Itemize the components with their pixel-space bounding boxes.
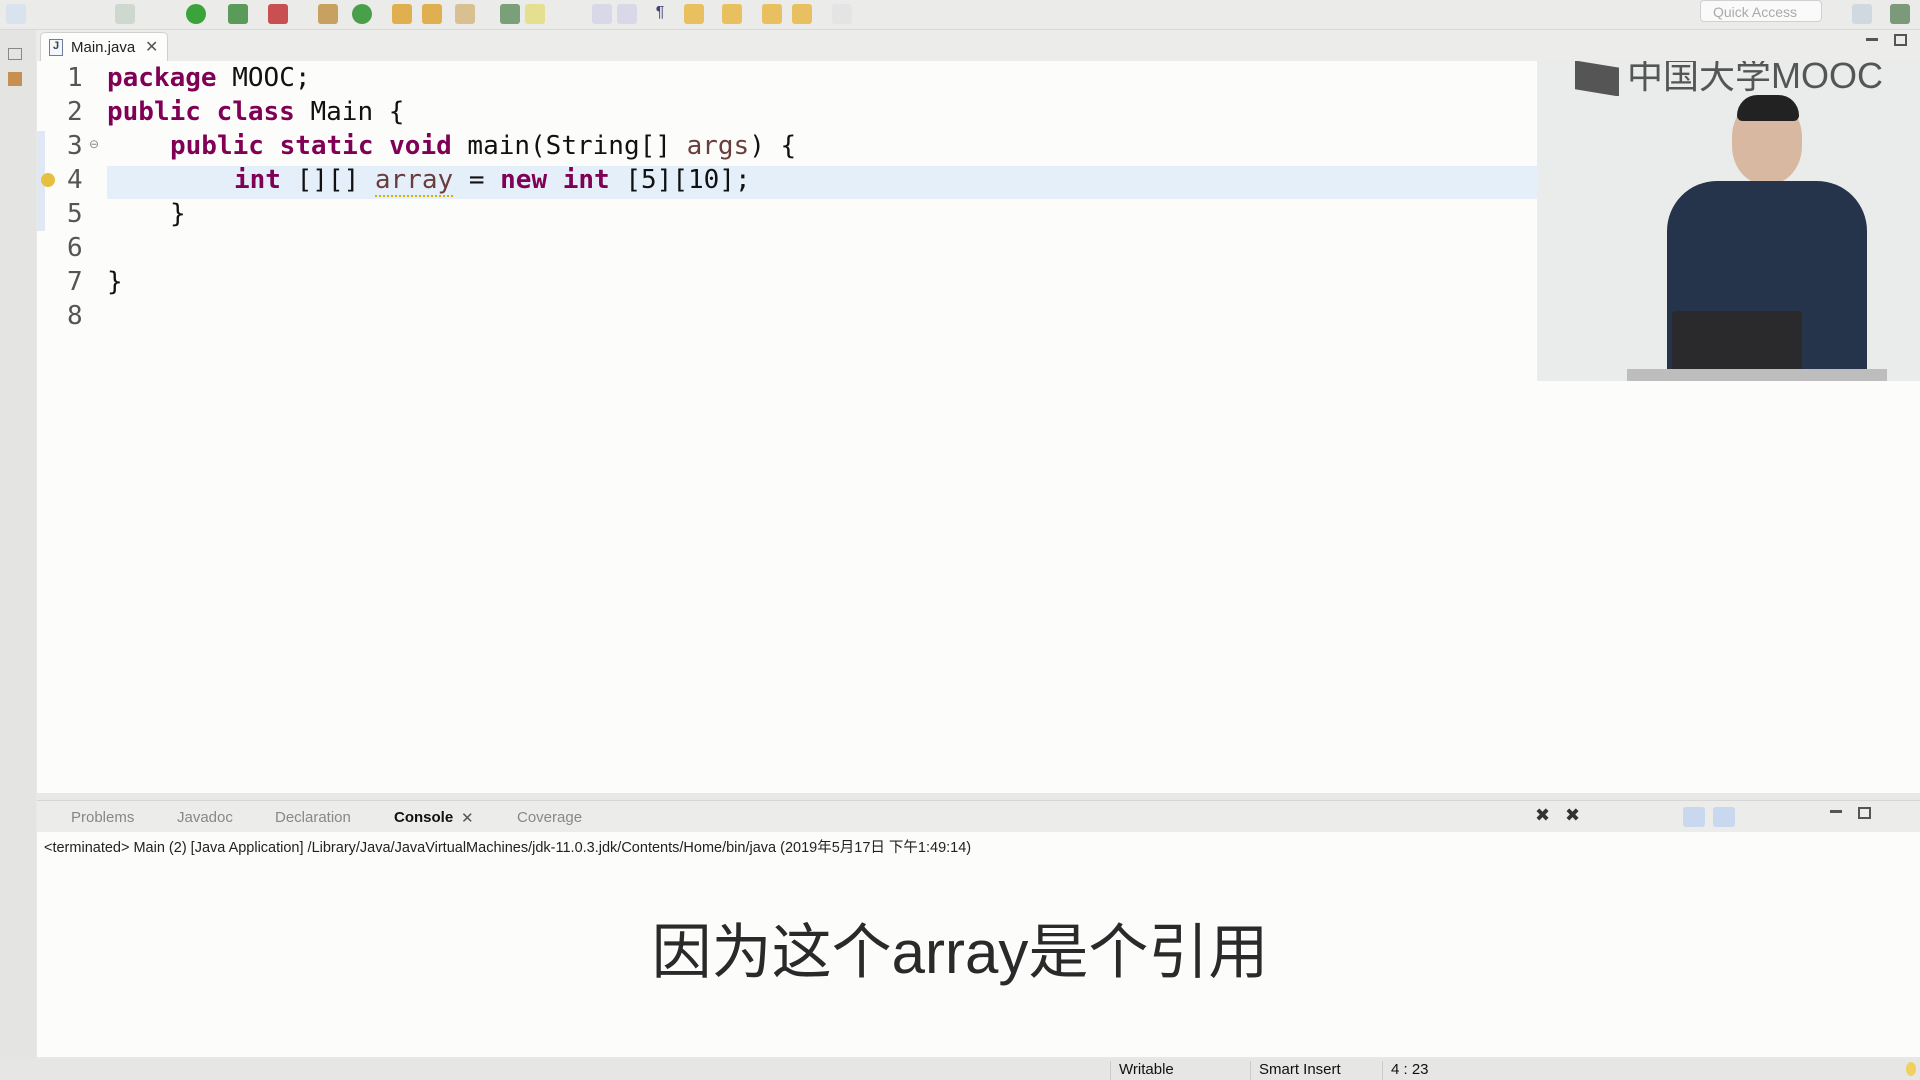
run-icon[interactable] bbox=[186, 4, 206, 24]
mooc-logo-icon bbox=[1575, 61, 1619, 97]
code-text: Main { bbox=[294, 97, 405, 127]
line-number: 2 bbox=[67, 97, 83, 127]
new-class-icon[interactable] bbox=[352, 4, 372, 24]
next-annotation-icon[interactable] bbox=[684, 4, 704, 24]
desk bbox=[1627, 369, 1887, 381]
line-number: 1 bbox=[67, 63, 83, 93]
new-icon[interactable] bbox=[6, 4, 26, 24]
keyword: package bbox=[107, 63, 217, 93]
open-perspective-icon[interactable] bbox=[1852, 4, 1872, 24]
toggle-icon[interactable] bbox=[500, 4, 520, 24]
pin-console-icon[interactable] bbox=[1713, 807, 1735, 827]
code-text: main(String[] bbox=[451, 131, 687, 161]
tab-main-java[interactable]: J Main.java ✕ bbox=[40, 32, 168, 61]
code-text: MOOC; bbox=[216, 63, 311, 93]
lecturer-hair bbox=[1737, 95, 1799, 121]
tab-declaration[interactable]: Declaration bbox=[275, 809, 351, 826]
cursor-position: 4 : 23 bbox=[1382, 1061, 1502, 1080]
code-text: } bbox=[170, 199, 186, 229]
line-number: 8 bbox=[67, 301, 83, 331]
remove-launch-icon[interactable]: ✖ bbox=[1535, 805, 1550, 826]
tab-console[interactable]: Console bbox=[394, 809, 453, 826]
open-folder-icon[interactable] bbox=[422, 4, 442, 24]
line-number: 3 bbox=[67, 131, 83, 161]
line-number: 5 bbox=[67, 199, 83, 229]
package-explorer-icon[interactable] bbox=[8, 72, 22, 86]
status-bar: Writable Smart Insert 4 : 23 bbox=[0, 1059, 1920, 1080]
tab-javadoc[interactable]: Javadoc bbox=[177, 809, 233, 826]
code-line-4: 4 int [][] array = new int [5][10]; bbox=[37, 163, 1537, 197]
java-perspective-icon[interactable] bbox=[1890, 4, 1910, 24]
code-line-7: 7} bbox=[37, 265, 1537, 299]
code-line-8: 8 bbox=[37, 299, 1537, 333]
tab-problems[interactable]: Problems bbox=[71, 809, 134, 826]
mark-occurrences-icon[interactable] bbox=[525, 4, 545, 24]
remove-all-icon[interactable]: ✖ bbox=[1565, 805, 1580, 826]
code-text: } bbox=[107, 267, 123, 297]
minimize-icon[interactable] bbox=[1866, 38, 1878, 41]
close-icon[interactable]: ✕ bbox=[145, 37, 158, 57]
variable-with-warning[interactable]: array bbox=[374, 165, 454, 197]
java-file-icon: J bbox=[49, 39, 63, 56]
quick-access-input[interactable]: Quick Access bbox=[1700, 0, 1822, 22]
new-package-icon[interactable] bbox=[318, 4, 338, 24]
writable-status: Writable bbox=[1110, 1061, 1248, 1080]
forward-icon[interactable] bbox=[832, 4, 852, 24]
editor-tab-bar: J Main.java ✕ bbox=[36, 30, 1920, 61]
code-text: [5][10]; bbox=[609, 165, 751, 195]
show-console-icon[interactable] bbox=[1683, 807, 1705, 827]
left-trim-bar bbox=[0, 30, 36, 1060]
last-edit-icon[interactable] bbox=[762, 4, 782, 24]
prev-annotation-icon[interactable] bbox=[722, 4, 742, 24]
line-number: 7 bbox=[67, 267, 83, 297]
keyword: new int bbox=[500, 165, 610, 195]
pilcrow-icon[interactable]: ¶ bbox=[650, 4, 670, 24]
mooc-logo: 中国大学MOOC bbox=[1575, 61, 1883, 99]
tab-coverage[interactable]: Coverage bbox=[517, 809, 582, 826]
logo-text: 中国大学MOOC bbox=[1627, 61, 1883, 96]
line-number: 6 bbox=[67, 233, 83, 263]
bottom-panel-tabs: Problems Javadoc Declaration Console ✕ C… bbox=[37, 800, 1920, 832]
coverage-run-icon[interactable] bbox=[228, 4, 248, 24]
keyword: public static void bbox=[170, 131, 452, 161]
open-type-icon[interactable] bbox=[392, 4, 412, 24]
code-line-1: 1 package MOOC; bbox=[37, 61, 1537, 95]
insert-mode-status: Smart Insert bbox=[1250, 1061, 1388, 1080]
code-text: [][] bbox=[280, 165, 375, 195]
parameter: args bbox=[686, 131, 750, 161]
close-icon[interactable]: ✕ bbox=[461, 809, 474, 827]
maximize-icon[interactable] bbox=[1894, 34, 1907, 46]
tab-label: Main.java bbox=[71, 39, 136, 56]
video-subtitle: 因为这个array是个引用 bbox=[651, 919, 1269, 986]
console-output[interactable]: <terminated> Main (2) [Java Application]… bbox=[37, 832, 1920, 1057]
keyword: public class bbox=[107, 97, 295, 127]
restore-icon[interactable] bbox=[8, 48, 22, 60]
main-toolbar: ¶ Quick Access bbox=[0, 0, 1920, 30]
lightbulb-icon[interactable] bbox=[1906, 1062, 1916, 1076]
code-line-5: 5} bbox=[37, 197, 1537, 231]
lecturer-video-overlay: 中国大学MOOC bbox=[1537, 61, 1920, 381]
code-text: ) { bbox=[749, 131, 797, 161]
external-tools-icon[interactable] bbox=[268, 4, 288, 24]
back-icon[interactable] bbox=[792, 4, 812, 24]
block-select-icon[interactable] bbox=[592, 4, 612, 24]
keyword: int bbox=[234, 165, 281, 195]
line-number: 4 bbox=[67, 165, 83, 195]
code-line-6: 6 bbox=[37, 231, 1537, 265]
maximize-icon[interactable] bbox=[1858, 807, 1871, 819]
minimize-icon[interactable] bbox=[1830, 810, 1842, 813]
code-line-2: 2 public class Main { bbox=[37, 95, 1537, 129]
code-text: = bbox=[453, 165, 501, 195]
code-line-3: 3 public static void main(String[] args) … bbox=[37, 129, 1537, 163]
terminated-status: <terminated> Main (2) [Java Application]… bbox=[44, 840, 972, 856]
search-icon[interactable] bbox=[455, 4, 475, 24]
show-whitespace-icon[interactable] bbox=[617, 4, 637, 24]
debug-icon[interactable] bbox=[115, 4, 135, 24]
